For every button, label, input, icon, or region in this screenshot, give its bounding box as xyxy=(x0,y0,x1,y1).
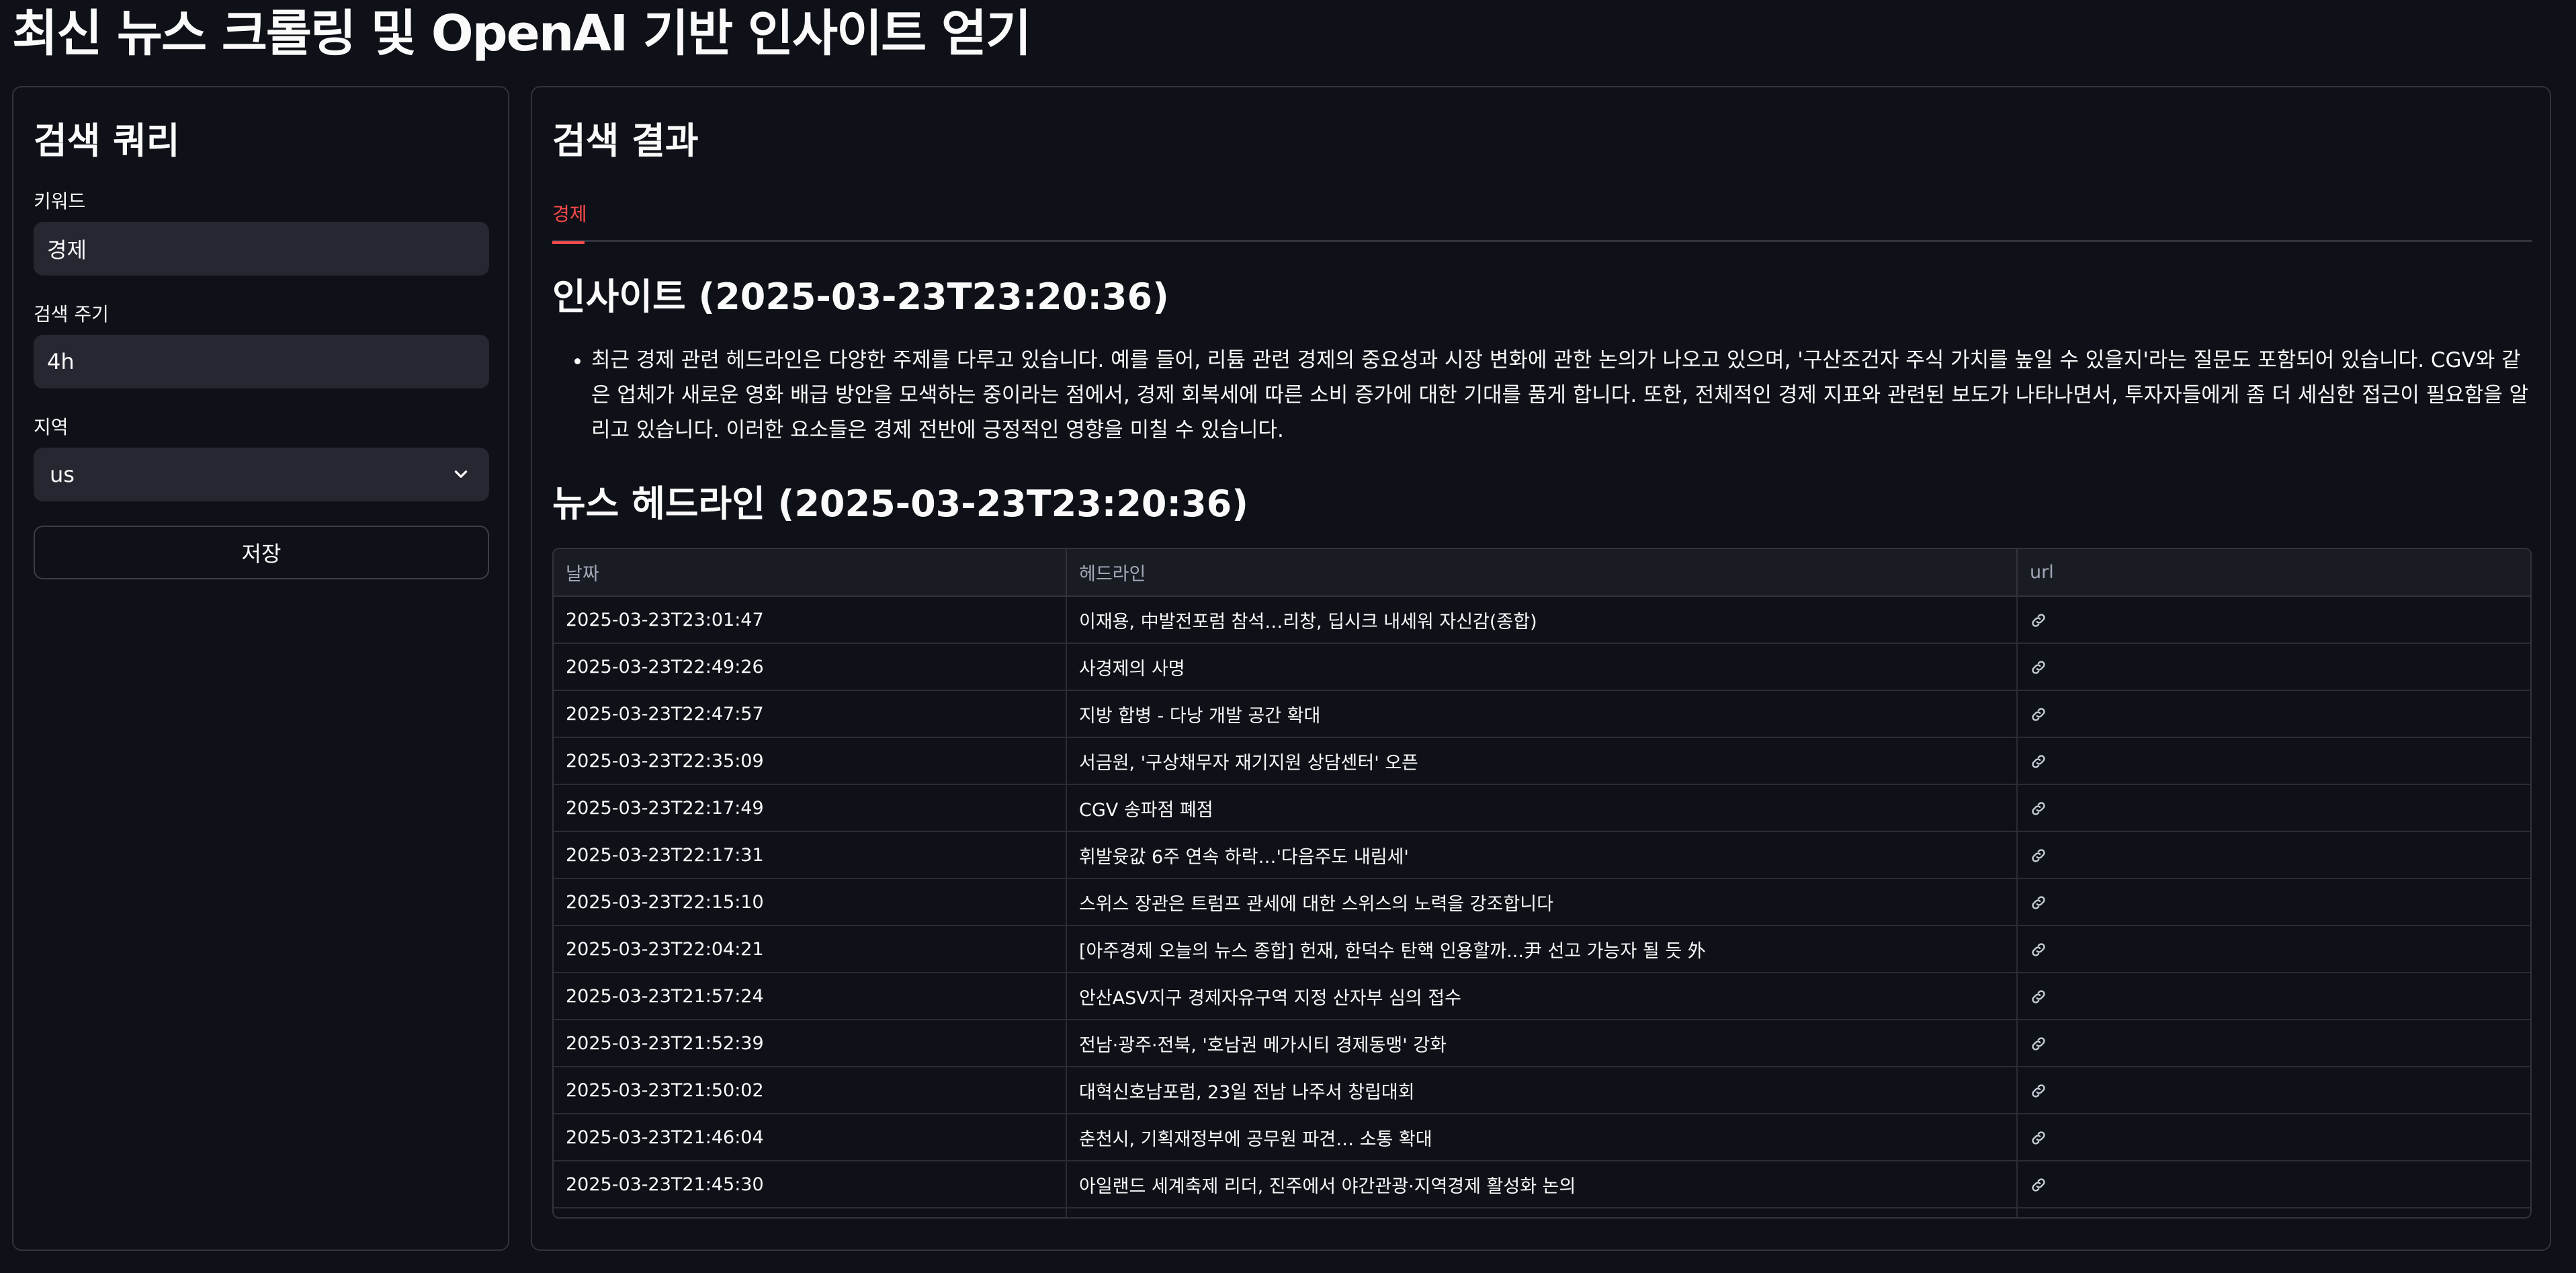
table-row: 2025-03-23T21:45:30 아일랜드 세계축제 리더, 진주에서 야간… xyxy=(554,1161,2530,1208)
cell-headline: 춘천시, 기획재정부에 공무원 파견… 소통 확대 xyxy=(1066,1114,2018,1161)
search-results-panel: 검색 결과 경제 인사이트 (2025-03-23T23:20:36) 최근 경… xyxy=(531,86,2551,1251)
tab-active-indicator xyxy=(552,241,585,244)
cell-url xyxy=(2017,1067,2530,1114)
search-query-panel: 검색 쿼리 키워드 검색 주기 지역 us 저장 xyxy=(12,86,509,1251)
cell-date: 2025-03-23T22:17:31 xyxy=(554,831,1067,879)
cell-date: 2025-03-23T22:35:09 xyxy=(554,737,1067,785)
headlines-heading: 뉴스 헤드라인 (2025-03-23T23:20:36) xyxy=(552,483,1248,525)
search-query-heading: 검색 쿼리 xyxy=(34,120,180,162)
cell-headline: 대혁신호남포럼, 23일 전남 나주서 창립대회 xyxy=(1066,1067,2018,1114)
table-row: 2025-03-23T22:47:57 지방 합병 - 다낭 개발 공간 확대 xyxy=(554,690,2530,738)
table-row xyxy=(554,1208,2530,1217)
cell-url xyxy=(2017,643,2530,691)
interval-label: 검색 주기 xyxy=(34,303,109,325)
region-select[interactable]: us xyxy=(34,448,489,501)
headlines-table[interactable]: 날짜 헤드라인 url 2025-03-23T23:01:47 이재용, 中발전포… xyxy=(552,548,2532,1219)
cell-date: 2025-03-23T21:52:39 xyxy=(554,1020,1067,1067)
table-row: 2025-03-23T22:35:09 서금원, '구상채무자 재기지원 상담센터… xyxy=(554,737,2530,785)
link-icon[interactable] xyxy=(2030,1127,2047,1148)
cell-headline: 이재용, 中발전포럼 참석…리창, 딥시크 내세워 자신감(종합) xyxy=(1066,596,2018,644)
link-icon[interactable] xyxy=(2030,1174,2047,1195)
table-row: 2025-03-23T22:17:31 휘발윳값 6주 연속 하락…'다음주도 내… xyxy=(554,831,2530,879)
insight-list: 최근 경제 관련 헤드라인은 다양한 주제를 다루고 있습니다. 예를 들어, … xyxy=(552,343,2534,448)
table-row: 2025-03-23T21:46:04 춘천시, 기획재정부에 공무원 파견… 소… xyxy=(554,1114,2530,1161)
tab-economy[interactable]: 경제 xyxy=(552,194,587,244)
tab-economy-label: 경제 xyxy=(552,203,587,225)
cell-date: 2025-03-23T22:15:10 xyxy=(554,878,1067,926)
cell-headline: CGV 송파점 폐점 xyxy=(1066,784,2018,832)
cell-url xyxy=(2017,1020,2530,1067)
cell-url xyxy=(2017,831,2530,879)
table-row: 2025-03-23T21:52:39 전남·광주·전북, '호남권 메가시티 경… xyxy=(554,1020,2530,1067)
cell-date: 2025-03-23T23:01:47 xyxy=(554,596,1067,644)
column-header-headline[interactable]: 헤드라인 xyxy=(1066,549,2018,597)
link-icon[interactable] xyxy=(2030,986,2047,1007)
cell-url xyxy=(2017,596,2530,644)
cell-date: 2025-03-23T21:50:02 xyxy=(554,1067,1067,1114)
cell-date: 2025-03-23T22:04:21 xyxy=(554,926,1067,973)
region-select-value: us xyxy=(50,462,75,487)
app-title: 최신 뉴스 크롤링 및 OpenAI 기반 인사이트 얻기 xyxy=(12,5,1031,63)
cell-url xyxy=(2017,1161,2530,1208)
table-row: 2025-03-23T23:01:47 이재용, 中발전포럼 참석…리창, 딥시크… xyxy=(554,596,2530,644)
search-results-heading: 검색 결과 xyxy=(552,120,699,162)
tab-bar: 경제 xyxy=(552,194,2532,244)
cell-headline: 안산ASV지구 경제자유구역 지정 산자부 심의 접수 xyxy=(1066,973,2018,1020)
table-row: 2025-03-23T22:17:49 CGV 송파점 폐점 xyxy=(554,784,2530,832)
cell-date: 2025-03-23T21:45:30 xyxy=(554,1161,1067,1208)
link-icon[interactable] xyxy=(2030,892,2047,913)
link-icon[interactable] xyxy=(2030,798,2047,819)
cell-headline: 아일랜드 세계축제 리더, 진주에서 야간관광·지역경제 활성화 논의 xyxy=(1066,1161,2018,1208)
region-label: 지역 xyxy=(34,416,69,438)
table-row: 2025-03-23T22:15:10 스위스 장관은 트럼프 관세에 대한 스위… xyxy=(554,878,2530,926)
cell-url xyxy=(2017,1114,2530,1161)
table-row: 2025-03-23T22:49:26 사경제의 사명 xyxy=(554,643,2530,691)
link-icon[interactable] xyxy=(2030,704,2047,725)
link-icon[interactable] xyxy=(2030,1080,2047,1101)
link-icon[interactable] xyxy=(2030,610,2047,630)
keyword-input[interactable] xyxy=(34,222,489,276)
link-icon[interactable] xyxy=(2030,845,2047,866)
column-header-date[interactable]: 날짜 xyxy=(554,549,1067,597)
cell-headline: 서금원, '구상채무자 재기지원 상담센터' 오픈 xyxy=(1066,737,2018,785)
cell-headline xyxy=(1066,1208,2018,1217)
save-button[interactable]: 저장 xyxy=(34,526,489,579)
cell-headline: 지방 합병 - 다낭 개발 공간 확대 xyxy=(1066,690,2018,738)
cell-headline: 전남·광주·전북, '호남권 메가시티 경제동맹' 강화 xyxy=(1066,1020,2018,1067)
insight-heading: 인사이트 (2025-03-23T23:20:36) xyxy=(552,276,1169,318)
table-header-row: 날짜 헤드라인 url xyxy=(554,549,2530,597)
cell-date: 2025-03-23T21:46:04 xyxy=(554,1114,1067,1161)
cell-date xyxy=(554,1208,1067,1217)
cell-url xyxy=(2017,690,2530,738)
chevron-down-icon xyxy=(449,462,473,487)
cell-headline: 사경제의 사명 xyxy=(1066,643,2018,691)
cell-date: 2025-03-23T22:47:57 xyxy=(554,690,1067,738)
cell-url xyxy=(2017,973,2530,1020)
interval-input[interactable] xyxy=(34,335,489,388)
link-icon[interactable] xyxy=(2030,657,2047,677)
table-row: 2025-03-23T21:50:02 대혁신호남포럼, 23일 전남 나주서 창… xyxy=(554,1067,2530,1114)
table-row: 2025-03-23T21:57:24 안산ASV지구 경제자유구역 지정 산자부… xyxy=(554,973,2530,1020)
cell-url xyxy=(2017,1208,2530,1217)
insight-item: 최근 경제 관련 헤드라인은 다양한 주제를 다루고 있습니다. 예를 들어, … xyxy=(591,343,2534,448)
link-icon[interactable] xyxy=(2030,1033,2047,1054)
cell-url xyxy=(2017,737,2530,785)
table-row: 2025-03-23T22:04:21 [아주경제 오늘의 뉴스 종합] 헌재, … xyxy=(554,926,2530,973)
cell-headline: [아주경제 오늘의 뉴스 종합] 헌재, 한덕수 탄핵 인용할까...尹 선고 … xyxy=(1066,926,2018,973)
cell-date: 2025-03-23T22:17:49 xyxy=(554,784,1067,832)
cell-url xyxy=(2017,784,2530,832)
link-icon[interactable] xyxy=(2030,751,2047,772)
cell-headline: 휘발윳값 6주 연속 하락…'다음주도 내림세' xyxy=(1066,831,2018,879)
cell-url xyxy=(2017,878,2530,926)
cell-headline: 스위스 장관은 트럼프 관세에 대한 스위스의 노력을 강조합니다 xyxy=(1066,878,2018,926)
link-icon[interactable] xyxy=(2030,939,2047,960)
keyword-label: 키워드 xyxy=(34,190,86,212)
column-header-url[interactable]: url xyxy=(2017,549,2530,597)
cell-date: 2025-03-23T22:49:26 xyxy=(554,643,1067,691)
cell-url xyxy=(2017,926,2530,973)
cell-date: 2025-03-23T21:57:24 xyxy=(554,973,1067,1020)
